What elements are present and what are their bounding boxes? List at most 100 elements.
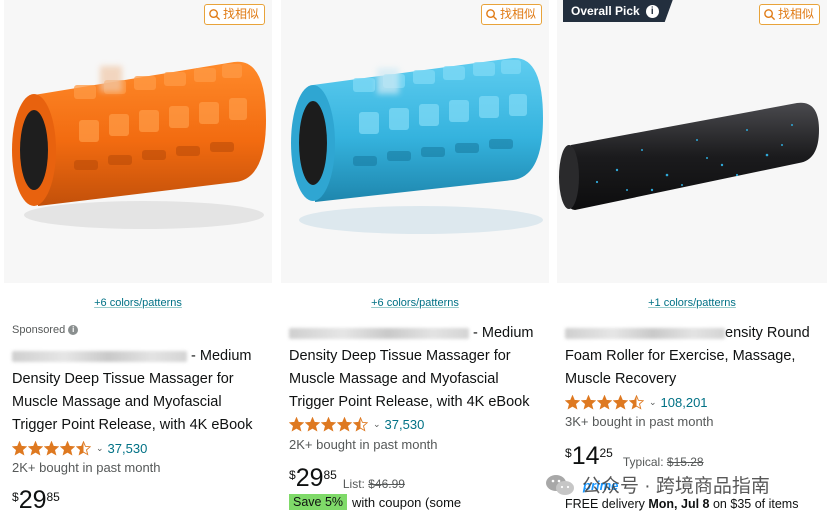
star-icon (305, 417, 320, 432)
rating-count[interactable]: 37,530 (385, 417, 425, 432)
product-image-2[interactable] (281, 0, 549, 283)
star-rating (289, 417, 368, 432)
title-line-1: ensity Round (725, 325, 810, 341)
price-fraction: 85 (46, 490, 60, 504)
title-line-4: Trigger Point Release, with 4K eBook (12, 417, 253, 433)
rating-count[interactable]: 37,530 (108, 441, 148, 456)
orange-foam-roller-image (12, 61, 266, 229)
star-icon (321, 417, 336, 432)
star-icon (613, 395, 628, 410)
chevron-down-icon[interactable]: ⌄ (649, 397, 657, 408)
star-icon (629, 395, 644, 410)
currency-symbol: $ (289, 468, 296, 482)
coupon-text: with coupon (some (352, 494, 462, 510)
price-fraction: 25 (599, 446, 613, 460)
find-similar-label: 找相似 (222, 7, 259, 21)
overall-pick-label: Overall Pick (571, 4, 640, 18)
product-card-2[interactable]: 找相似 +6 colors/patterns - Medium Density … (281, 0, 549, 518)
delivery-prefix: FREE delivery (565, 497, 645, 511)
bought-past-month: 2K+ bought in past month (12, 460, 161, 475)
info-icon[interactable]: i (68, 325, 79, 335)
bought-past-month: 3K+ bought in past month (565, 414, 714, 429)
rating-row-3[interactable]: ⌄ 108,201 (565, 395, 708, 410)
chevron-down-icon[interactable]: ⌄ (373, 419, 381, 430)
product-title-2[interactable]: - Medium Density Deep Tissue Massager fo… (289, 322, 544, 414)
product-title-3[interactable]: ensity Round Foam Roller for Exercise, M… (565, 322, 825, 391)
title-line-2: Foam Roller for Exercise, Massage, (565, 348, 796, 364)
star-icon (353, 417, 368, 432)
star-icon (28, 441, 43, 456)
title-line-2: Density Deep Tissue Massager for (12, 371, 234, 387)
colors-patterns-link-3[interactable]: +1 colors/patterns (557, 297, 827, 309)
search-icon (209, 9, 221, 21)
bought-past-month: 2K+ bought in past month (289, 437, 438, 452)
title-line-1: - Medium (473, 325, 534, 341)
price-3: $ 14 25 Typical: $15.28 (565, 443, 704, 469)
price-2: $ 29 85 List: $46.99 (289, 465, 405, 491)
black-foam-roller-image (559, 102, 819, 210)
coupon-row[interactable]: Save 5% with coupon (some (289, 494, 461, 510)
price-fraction: 85 (323, 468, 337, 482)
title-line-4: Trigger Point Release, with 4K eBook (289, 394, 530, 410)
delivery-info: FREE delivery Mon, Jul 8 on $35 of items (565, 497, 798, 511)
star-icon (12, 441, 27, 456)
rating-row-2[interactable]: ⌄ 37,530 (289, 417, 424, 432)
price-1: $ 29 85 (12, 487, 60, 513)
product-image-1[interactable] (4, 0, 272, 283)
currency-symbol: $ (565, 446, 572, 460)
star-icon (76, 441, 91, 456)
rating-count[interactable]: 108,201 (661, 395, 708, 410)
star-icon (565, 395, 580, 410)
list-price-value: $46.99 (368, 477, 405, 491)
title-line-2: Density Deep Tissue Massager for (289, 348, 511, 364)
typical-price: Typical: $15.28 (623, 455, 704, 469)
currency-symbol: $ (12, 490, 19, 504)
price-whole: 29 (295, 464, 324, 492)
blurred-brand-name (289, 327, 469, 339)
star-icon (597, 395, 612, 410)
title-line-3: Muscle Massage and Myofascial (12, 394, 222, 410)
colors-patterns-link-1[interactable]: +6 colors/patterns (4, 297, 272, 309)
chevron-down-icon[interactable]: ⌄ (96, 443, 104, 454)
info-icon[interactable]: i (646, 5, 659, 18)
product-card-3[interactable]: Overall Pick i 找相似 +1 colors/patterns en… (557, 0, 827, 518)
find-similar-button-3[interactable]: 找相似 (758, 4, 820, 25)
list-price: List: $46.99 (343, 477, 405, 491)
star-icon (60, 441, 75, 456)
product-card-1[interactable]: 找相似 +6 colors/patterns Sponsored i - Med… (4, 0, 272, 518)
list-label: List: (342, 477, 365, 491)
star-icon (581, 395, 596, 410)
product-image-3[interactable] (557, 0, 827, 283)
delivery-suffix: on $35 of items (712, 497, 799, 511)
typical-price-value: $15.28 (666, 455, 704, 469)
delivery-date: Mon, Jul 8 (648, 497, 710, 511)
watermark: 公众号 · 跨境商品指南 (544, 471, 770, 498)
typical-label: Typical: (622, 455, 664, 469)
watermark-text: 公众号 · 跨境商品指南 (582, 476, 770, 497)
title-line-3: Muscle Recovery (565, 371, 677, 387)
star-icon (289, 417, 304, 432)
colors-patterns-link-2[interactable]: +6 colors/patterns (281, 297, 549, 309)
sponsored-text: Sponsored (12, 324, 66, 336)
coupon-badge[interactable]: Save 5% (289, 494, 348, 510)
price-whole: 14 (571, 442, 600, 470)
overall-pick-badge: Overall Pick i (563, 0, 673, 22)
blue-foam-roller-image (291, 57, 543, 234)
price-whole: 29 (18, 486, 47, 514)
find-similar-button-1[interactable]: 找相似 (203, 4, 265, 25)
star-rating (565, 395, 644, 410)
star-rating (12, 441, 91, 456)
title-line-1: - Medium (191, 348, 252, 364)
find-similar-label: 找相似 (499, 7, 536, 21)
find-similar-label: 找相似 (777, 7, 814, 21)
sponsored-label[interactable]: Sponsored i (12, 324, 79, 336)
search-icon (764, 9, 776, 21)
blurred-brand-name (565, 327, 725, 339)
blurred-brand-name (12, 350, 187, 362)
title-line-3: Muscle Massage and Myofascial (289, 371, 499, 387)
search-icon (486, 9, 498, 21)
product-title-1[interactable]: - Medium Density Deep Tissue Massager fo… (12, 345, 267, 437)
find-similar-button-2[interactable]: 找相似 (480, 4, 542, 25)
star-icon (337, 417, 352, 432)
rating-row-1[interactable]: ⌄ 37,530 (12, 441, 147, 456)
